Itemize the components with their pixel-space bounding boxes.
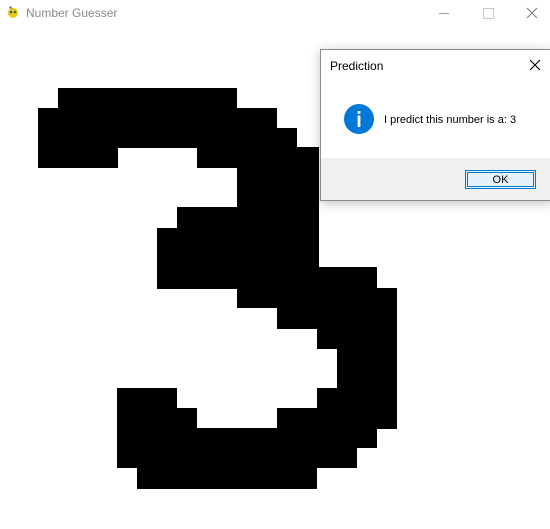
digit-pixel-block (58, 88, 237, 109)
digit-pixel-block (117, 428, 377, 448)
digit-pixel-block (277, 408, 397, 429)
digit-pixel-block (38, 147, 118, 168)
close-button[interactable] (512, 0, 550, 26)
dialog-close-button[interactable] (522, 54, 548, 76)
dialog-footer: OK (321, 158, 550, 200)
window-title: Number Guesser (26, 6, 118, 20)
minimize-button[interactable] (424, 0, 464, 26)
dialog-title: Prediction (330, 59, 384, 73)
maximize-button[interactable] (468, 0, 508, 26)
digit-pixel-block (277, 307, 397, 329)
digit-pixel-block (157, 228, 319, 268)
digit-pixel-block (38, 128, 297, 148)
digit-pixel-block (117, 408, 197, 429)
ok-button[interactable]: OK (465, 170, 536, 189)
digit-pixel-block (137, 467, 317, 489)
digit-pixel-block (117, 447, 357, 468)
digit-pixel-block (237, 288, 397, 308)
digit-pixel-block (117, 388, 177, 409)
close-icon (526, 7, 538, 19)
digit-pixel-block (157, 267, 377, 289)
digit-pixel-block (317, 388, 397, 409)
title-bar: Number Guesser (0, 0, 550, 26)
digit-pixel-block (337, 348, 397, 389)
app-icon (8, 6, 18, 18)
info-icon (344, 104, 374, 134)
digit-pixel-block (197, 147, 319, 168)
digit-pixel-block (237, 167, 319, 208)
digit-pixel-block (177, 207, 319, 229)
digit-pixel-block (38, 108, 277, 129)
dialog-message: I predict this number is a: 3 (384, 114, 517, 126)
digit-pixel-block (317, 328, 397, 349)
minimize-icon (439, 12, 449, 14)
maximize-icon (482, 7, 494, 19)
close-icon (529, 59, 541, 71)
prediction-dialog: Prediction I predict this number is a: 3… (320, 49, 550, 201)
